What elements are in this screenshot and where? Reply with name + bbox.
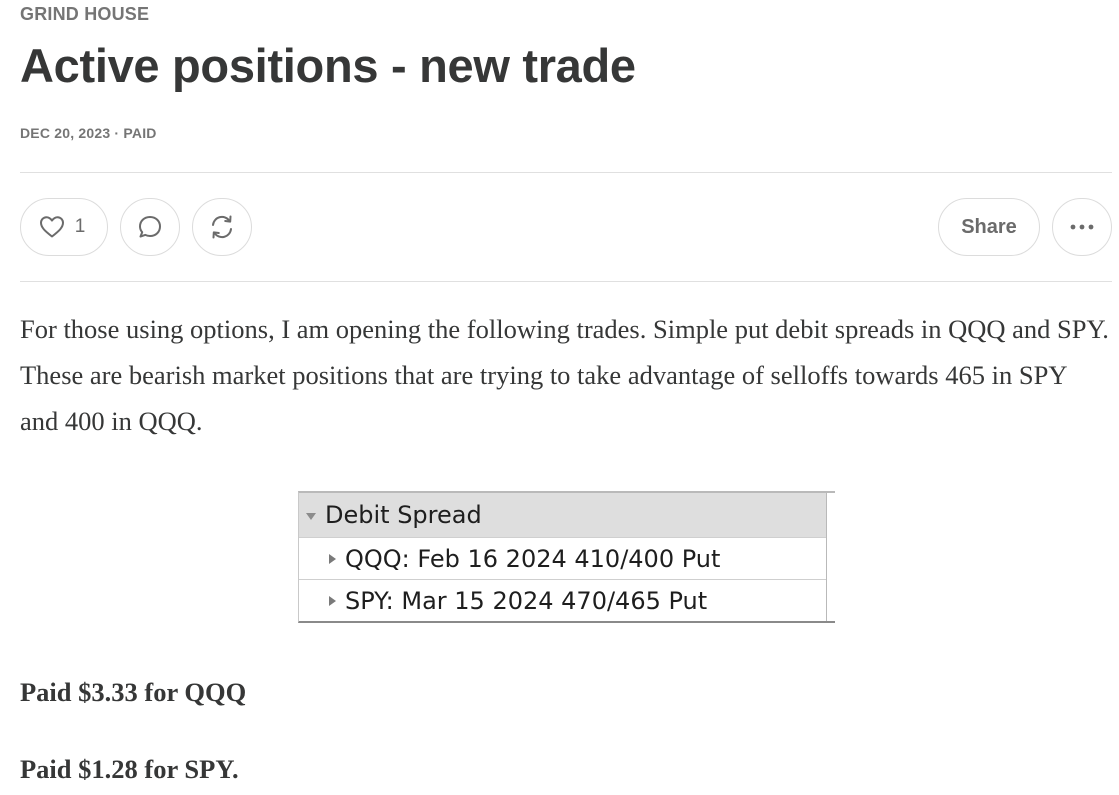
like-button[interactable]: 1 bbox=[20, 198, 108, 256]
ellipsis-icon bbox=[1070, 224, 1094, 230]
comment-bubble-icon bbox=[137, 214, 163, 240]
divider-top bbox=[20, 172, 1112, 173]
positions-table-image: Debit Spread QQQ: Feb 16 2024 410/400 Pu… bbox=[298, 491, 835, 623]
post-title: Active positions - new trade bbox=[20, 39, 636, 92]
expand-arrow-icon bbox=[329, 595, 336, 606]
table-group-header: Debit Spread bbox=[299, 493, 826, 537]
restack-icon bbox=[208, 213, 236, 241]
position-label: SPY: Mar 15 2024 470/465 Put bbox=[345, 586, 708, 615]
share-button[interactable]: Share bbox=[938, 198, 1040, 256]
collapse-arrow-icon bbox=[306, 512, 316, 520]
divider-bottom bbox=[20, 281, 1112, 282]
comment-button[interactable] bbox=[120, 198, 180, 256]
table-column-divider bbox=[826, 493, 827, 621]
paid-spy-text: Paid $1.28 for SPY. bbox=[20, 754, 239, 784]
body-paragraph: For those using options, I am opening th… bbox=[20, 314, 1109, 436]
like-count: 1 bbox=[74, 216, 86, 237]
paid-qqq-text: Paid $3.33 for QQQ bbox=[20, 677, 247, 707]
table-row: SPY: Mar 15 2024 470/465 Put bbox=[299, 579, 826, 621]
more-options-button[interactable] bbox=[1052, 198, 1112, 256]
table-row: QQQ: Feb 16 2024 410/400 Put bbox=[299, 537, 826, 579]
group-label: Debit Spread bbox=[325, 501, 482, 529]
position-label: QQQ: Feb 16 2024 410/400 Put bbox=[345, 544, 721, 573]
post-meta: DEC 20, 2023 · PAID bbox=[20, 125, 157, 141]
expand-arrow-icon bbox=[329, 553, 336, 564]
publication-name[interactable]: GRIND HOUSE bbox=[20, 4, 149, 25]
heart-icon bbox=[39, 215, 65, 239]
restack-button[interactable] bbox=[192, 198, 252, 256]
